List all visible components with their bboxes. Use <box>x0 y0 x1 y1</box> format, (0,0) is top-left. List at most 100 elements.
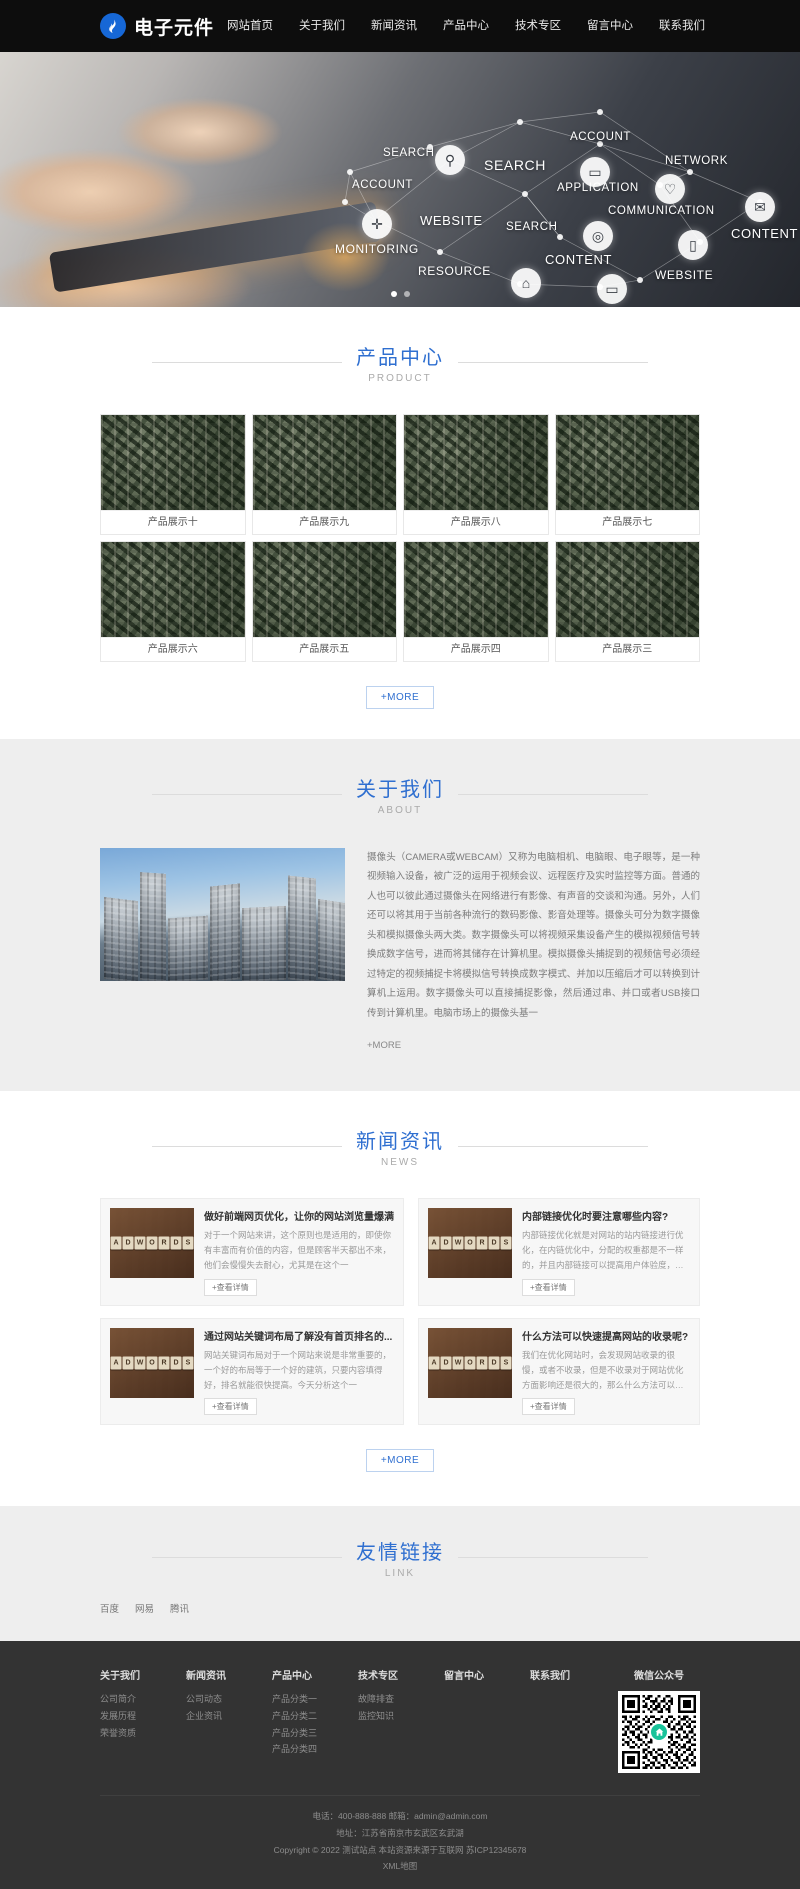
news-detail-button[interactable]: +查看详情 <box>204 1398 257 1416</box>
product-card[interactable]: 产品展示三 <box>554 541 700 662</box>
footer-link[interactable]: 公司简介 <box>100 1691 186 1708</box>
product-name: 产品展示四 <box>404 637 548 661</box>
footer-column-heading: 产品中心 <box>272 1671 312 1683</box>
nav-item-message[interactable]: 留言中心 <box>574 0 646 52</box>
friendly-link-tencent[interactable]: 腾讯 <box>170 1601 189 1615</box>
banner-dot-1[interactable] <box>390 291 397 297</box>
product-more-button[interactable]: +MORE <box>365 686 435 709</box>
links-section-title: 友情链接 LINK <box>0 1536 800 1579</box>
letter-tile: A <box>110 1356 122 1370</box>
product-card[interactable]: 产品展示四 <box>403 541 549 662</box>
footer-link[interactable]: 监控知识 <box>358 1708 444 1725</box>
footer-column-about: 关于我们 公司简介 发展历程 荣誉资质 <box>100 1667 186 1741</box>
letter-tile: W <box>134 1356 146 1370</box>
letter-tile: R <box>476 1236 488 1250</box>
letter-tile: D <box>488 1356 500 1370</box>
about-section: 关于我们 ABOUT 摄像头（CAMERA或WEBCAM）又称为电脑相机、电脑眼… <box>0 739 800 1092</box>
banner-label-account-1: ACCOUNT <box>570 131 632 143</box>
letter-tile: O <box>464 1356 476 1370</box>
wechat-logo-icon <box>649 1722 669 1743</box>
letter-tile: S <box>500 1236 512 1250</box>
letter-tile: D <box>170 1236 182 1250</box>
about-title-cn: 关于我们 <box>356 779 444 801</box>
news-title-en: NEWS <box>381 1157 419 1169</box>
banner-label-search-1: SEARCH <box>383 147 435 159</box>
banner-label-search-3: SEARCH <box>506 221 558 233</box>
letter-tile: O <box>464 1236 476 1250</box>
product-card[interactable]: 产品展示十 <box>100 414 246 535</box>
product-card[interactable]: 产品展示九 <box>251 414 397 535</box>
news-description: 内部链接优化就是对网站的站内链接进行优化，在内链优化中，分配的权重都是不一样的，… <box>522 1230 684 1270</box>
nav-item-news[interactable]: 新闻资讯 <box>358 0 430 52</box>
news-description: 我们在优化网站时，会发现网站收录的很慢，或者不收录，但是不收录对于网站优化方面影… <box>522 1349 684 1390</box>
banner-label-content-2: CONTENT <box>545 252 613 267</box>
xml-sitemap-link[interactable]: XML地图 <box>100 1858 700 1875</box>
contact-line: 电话：400-888-888 邮箱：admin@admin.com <box>312 1811 488 1822</box>
product-card[interactable]: 产品展示八 <box>403 414 549 535</box>
mobile-icon: ▯ <box>678 230 708 260</box>
news-card[interactable]: A D W O R D S 做好前端网页优化，让你的网站浏览量爆满 对于一个网站… <box>100 1198 404 1306</box>
footer-link[interactable]: 产品分类一 <box>272 1691 358 1708</box>
about-more-link[interactable]: +MORE <box>367 1040 401 1051</box>
friendly-link-baidu[interactable]: 百度 <box>100 1601 119 1615</box>
address-line: 地址：江苏省南京市玄武区玄武湖 <box>336 1828 464 1839</box>
footer-link[interactable]: 产品分类四 <box>272 1741 358 1758</box>
nav-item-products[interactable]: 产品中心 <box>430 0 502 52</box>
title-line-left <box>152 1557 342 1559</box>
about-paragraph: 摄像头（CAMERA或WEBCAM）又称为电脑相机、电脑眼、电子眼等，是一种视频… <box>367 852 700 1019</box>
footer-link[interactable]: 故障排查 <box>358 1691 444 1708</box>
title-line-left <box>152 362 342 363</box>
mail-icon: ✉ <box>745 192 775 222</box>
news-card[interactable]: A D W O R D S 通过网站关键词布局了解没有首页排名的... 网站关键… <box>100 1317 404 1426</box>
product-name: 产品展示八 <box>404 510 548 534</box>
product-section: 产品中心 PRODUCT 产品展示十 产品展示九 产品展示八 产品展示七 产品展… <box>0 307 800 739</box>
wechat-qr-code <box>618 1691 700 1774</box>
site-logo[interactable]: 电子元件 <box>100 13 214 40</box>
main-nav: 网站首页 关于我们 新闻资讯 产品中心 技术专区 留言中心 联系我们 <box>214 0 718 52</box>
logo-text: 电子元件 <box>134 17 215 39</box>
product-card[interactable]: 产品展示六 <box>100 541 246 662</box>
letter-tile: W <box>134 1236 146 1250</box>
letter-tile: S <box>182 1356 194 1370</box>
friendly-link-list: 百度 网易 腾讯 <box>100 1601 700 1615</box>
news-detail-button[interactable]: +查看详情 <box>204 1278 257 1296</box>
footer-link[interactable]: 产品分类二 <box>272 1708 358 1725</box>
letter-tile: D <box>488 1236 500 1250</box>
title-line-right <box>458 1557 648 1559</box>
product-image <box>555 415 699 510</box>
news-thumbnail: A D W O R D S <box>110 1208 194 1279</box>
nav-item-about[interactable]: 关于我们 <box>286 0 358 52</box>
nav-item-contact[interactable]: 联系我们 <box>646 0 718 52</box>
footer-column-heading: 技术专区 <box>358 1671 398 1683</box>
site-header: 电子元件 网站首页 关于我们 新闻资讯 产品中心 技术专区 留言中心 联系我们 <box>0 0 800 52</box>
footer-link[interactable]: 企业资讯 <box>186 1708 272 1725</box>
title-line-left <box>152 794 342 795</box>
footer-column-message: 留言中心 <box>444 1667 530 1691</box>
about-image <box>100 848 345 981</box>
footer-link[interactable]: 荣誉资质 <box>100 1725 186 1742</box>
nav-item-home[interactable]: 网站首页 <box>214 0 286 52</box>
footer-column-news: 新闻资讯 公司动态 企业资讯 <box>186 1667 272 1724</box>
product-card[interactable]: 产品展示七 <box>554 414 700 535</box>
footer-column-products: 产品中心 产品分类一 产品分类二 产品分类三 产品分类四 <box>272 1667 358 1758</box>
footer-link[interactable]: 产品分类三 <box>272 1725 358 1742</box>
news-card[interactable]: A D W O R D S 什么方法可以快速提高网站的收录呢? 我们在优化网站时… <box>418 1317 700 1426</box>
banner-pagination <box>0 291 800 297</box>
banner-dot-2[interactable] <box>403 291 410 297</box>
product-card[interactable]: 产品展示五 <box>251 541 397 662</box>
news-detail-button[interactable]: +查看详情 <box>522 1398 575 1416</box>
nav-item-tech[interactable]: 技术专区 <box>502 0 574 52</box>
news-more-button[interactable]: +MORE <box>365 1449 435 1473</box>
banner-label-website-2: WEBSITE <box>655 268 714 282</box>
letter-tile: R <box>158 1236 170 1250</box>
news-title: 内部链接优化时要注意哪些内容? <box>522 1212 669 1224</box>
friendly-link-netease[interactable]: 网易 <box>135 1601 154 1615</box>
product-grid: 产品展示十 产品展示九 产品展示八 产品展示七 产品展示六 产品展示五 产品展示… <box>100 414 700 662</box>
footer-link[interactable]: 发展历程 <box>100 1708 186 1725</box>
news-detail-button[interactable]: +查看详情 <box>522 1278 575 1296</box>
letter-tile: D <box>170 1356 182 1370</box>
footer-link[interactable]: 公司动态 <box>186 1691 272 1708</box>
product-name: 产品展示九 <box>252 510 396 534</box>
news-card[interactable]: A D W O R D S 内部链接优化时要注意哪些内容? 内部链接优化就是对网… <box>418 1198 700 1306</box>
links-title-en: LINK <box>384 1568 416 1580</box>
